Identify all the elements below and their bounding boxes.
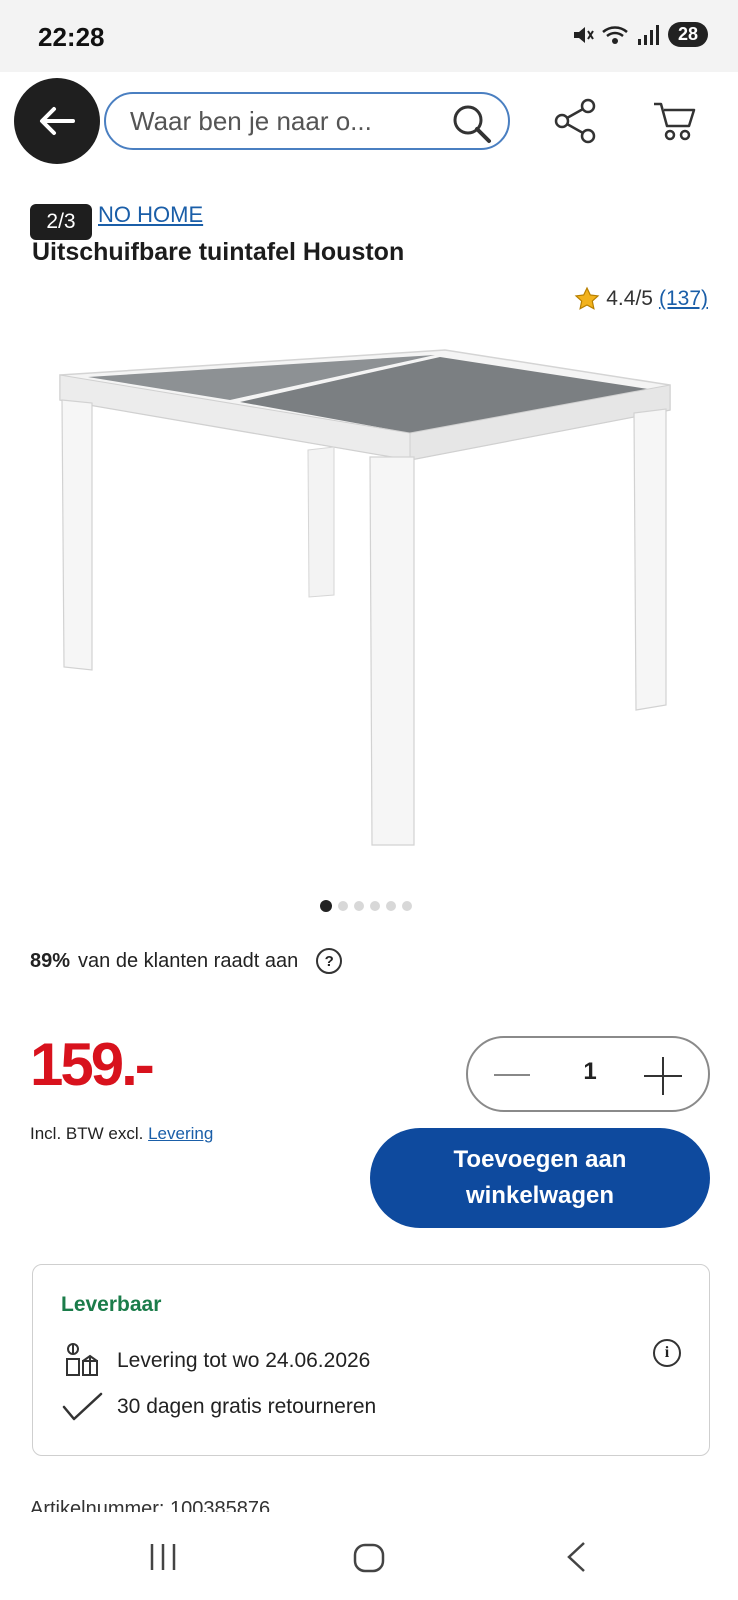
quantity-stepper: 1 [466, 1036, 710, 1112]
pagination-dot[interactable] [386, 901, 396, 911]
recommendation-percent: 89% [30, 949, 71, 972]
image-pagination[interactable] [320, 900, 412, 912]
status-time: 22:28 [38, 22, 105, 52]
pagination-dot[interactable] [354, 901, 364, 911]
cart-icon[interactable] [652, 98, 698, 144]
home-icon[interactable] [352, 1542, 386, 1574]
pagination-dot[interactable] [402, 901, 412, 911]
status-bar: 22:28 28 [0, 0, 738, 72]
recent-apps-icon[interactable] [146, 1542, 180, 1572]
rating-count-link[interactable]: (137) [659, 287, 708, 311]
recommendation: 89% van de klanten raadt aan ? [30, 948, 343, 974]
increase-button[interactable] [644, 1057, 682, 1095]
pagination-dot[interactable] [338, 901, 348, 911]
pagination-dot[interactable] [320, 900, 332, 912]
checkmark-icon [62, 1392, 103, 1421]
info-icon[interactable]: i [653, 1339, 681, 1367]
vat-text: Incl. BTW excl. [30, 1124, 144, 1143]
rating-value: 4.4/5 [606, 287, 653, 310]
battery-icon: 28 [667, 22, 708, 47]
arrow-left-icon [40, 107, 75, 135]
search-box[interactable] [104, 92, 510, 150]
delivery-date-text: Levering tot wo 24.06.2026 [117, 1349, 371, 1372]
status-icons: 28 [572, 22, 708, 47]
back-button[interactable] [14, 78, 100, 164]
header [0, 78, 738, 168]
brand-link[interactable]: NO HOME [98, 202, 203, 228]
delivery-link[interactable]: Levering [148, 1124, 213, 1143]
recommendation-text: van de klanten raadt aan [78, 949, 299, 972]
add-to-cart-label-line2: winkelwagen [465, 1182, 615, 1209]
price: 159.- [30, 1031, 155, 1098]
product-image[interactable] [50, 345, 690, 865]
image-counter: 2/3 [30, 204, 92, 240]
share-icon[interactable] [552, 98, 598, 144]
returns-info: 30 dagen gratis retourneren [61, 1391, 376, 1423]
rating: 4.4/5 (137) [574, 286, 708, 312]
signal-icon [637, 24, 659, 45]
delivery-date: Levering tot wo 24.06.2026 [61, 1341, 370, 1381]
mute-icon [573, 26, 594, 43]
add-to-cart-label-line1: Toevoegen aan [453, 1146, 627, 1173]
pagination-dot[interactable] [370, 901, 380, 911]
system-nav-bar [0, 1514, 738, 1600]
delivery-person-icon [66, 1343, 98, 1376]
product-title: Uitschuifbare tuintafel Houston [32, 238, 405, 266]
delivery-info: Leverbaar Levering tot wo 24.06.2026 i 3… [32, 1264, 710, 1456]
help-icon[interactable]: ? [316, 948, 343, 974]
article-number: Artikelnummer: 100385876 [30, 1498, 271, 1512]
returns-text: 30 dagen gratis retourneren [117, 1395, 377, 1418]
add-to-cart-button[interactable]: Toevoegen aan winkelwagen [370, 1128, 710, 1228]
star-icon [574, 286, 600, 310]
search-input[interactable] [130, 105, 430, 137]
wifi-icon [602, 25, 628, 44]
search-icon[interactable] [450, 102, 494, 146]
availability-status: Leverbaar [61, 1293, 162, 1316]
vat-info: Incl. BTW excl. Levering [30, 1124, 213, 1144]
nav-back-icon[interactable] [564, 1540, 588, 1574]
